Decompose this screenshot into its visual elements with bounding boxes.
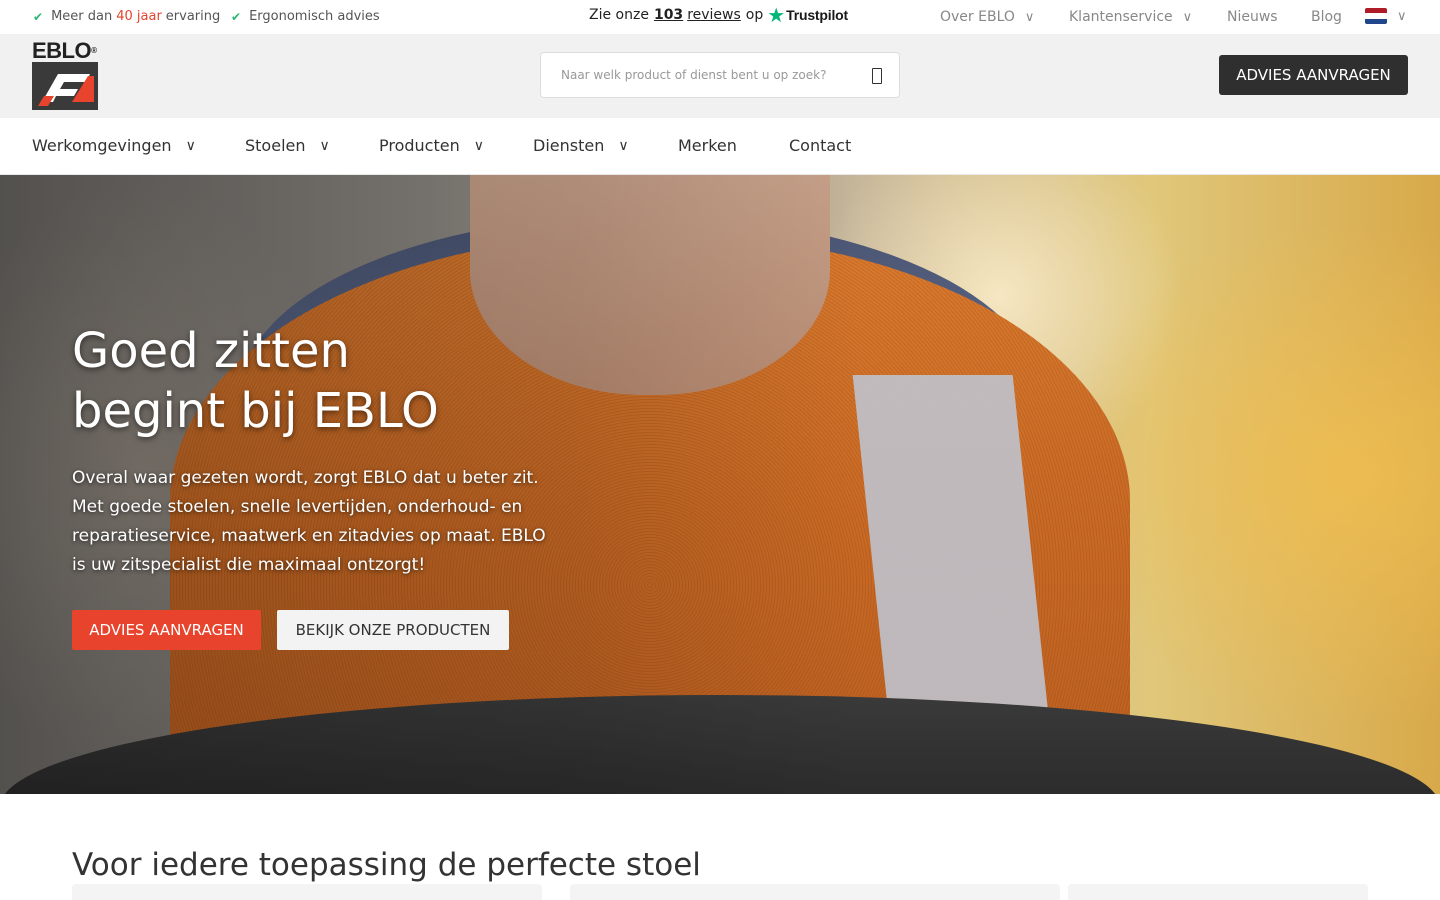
search-box — [540, 52, 900, 98]
eblo-logo[interactable]: EBLO® — [32, 40, 100, 110]
util-nav-label: Blog — [1311, 9, 1342, 25]
chevron-down-icon: ∨ — [473, 137, 484, 154]
hero-advice-button[interactable]: ADVIES AANVRAGEN — [72, 610, 261, 650]
nav-item-producten[interactable]: Producten ∨ — [379, 136, 484, 155]
chevron-down-icon: ∨ — [185, 137, 196, 154]
chevron-down-icon: ∨ — [618, 137, 629, 154]
util-nav-nieuws[interactable]: Nieuws — [1227, 9, 1278, 25]
section-title: Voor iedere toepassing de perfecte stoel — [72, 847, 701, 883]
chevron-down-icon: ∨ — [319, 137, 330, 154]
trustpilot-star-icon: ★ — [767, 3, 786, 27]
usp-experience: ✔ Meer dan 40 jaar ervaring — [33, 9, 220, 24]
nav-item-contact[interactable]: Contact — [789, 136, 851, 155]
category-card[interactable] — [570, 884, 1060, 900]
search-input[interactable] — [542, 54, 842, 96]
nav-item-label: Contact — [789, 136, 852, 155]
trustpilot-brand: Trustpilot — [786, 7, 848, 23]
logo-mark-icon — [32, 62, 98, 110]
usp-advice-label: Ergonomisch advies — [249, 9, 380, 24]
usp-experience-before: Meer dan — [51, 9, 113, 24]
search-icon[interactable] — [872, 68, 882, 84]
usp-advice: ✔ Ergonomisch advies — [231, 9, 380, 24]
hero-products-button[interactable]: BEKIJK ONZE PRODUCTEN — [277, 610, 509, 650]
header: EBLO® ADVIES AANVRAGEN — [0, 34, 1440, 118]
language-chevron-down-icon[interactable]: ∨ — [1397, 9, 1407, 24]
trustpilot-reviews: reviews — [687, 7, 741, 23]
nav-item-label: Werkomgevingen — [32, 136, 172, 155]
util-nav-klantenservice[interactable]: Klantenservice ∨ — [1069, 9, 1192, 25]
nav-item-label: Producten — [379, 136, 460, 155]
util-nav-over-eblo[interactable]: Over EBLO ∨ — [940, 9, 1034, 25]
chevron-down-icon: ∨ — [1182, 9, 1193, 25]
nav-item-label: Merken — [678, 136, 737, 155]
usp-experience-after: ervaring — [165, 9, 221, 24]
logo-text: EBLO® — [32, 38, 97, 63]
trustpilot-suffix: op — [745, 7, 764, 23]
header-advice-button[interactable]: ADVIES AANVRAGEN — [1219, 55, 1408, 95]
util-nav-label: Over EBLO — [940, 9, 1015, 25]
trustpilot-count: 103 — [653, 7, 684, 23]
hero-title: Goed zitten begint bij EBLO — [72, 321, 672, 441]
util-nav-label: Nieuws — [1227, 9, 1278, 25]
hero-title-line1: Goed zitten — [72, 323, 350, 379]
check-icon: ✔ — [33, 9, 44, 24]
hero-banner: Goed zitten begint bij EBLO Overal waar … — [0, 175, 1440, 794]
hero-text: Overal waar gezeten wordt, zorgt EBLO da… — [72, 468, 546, 575]
top-bar: ✔ Meer dan 40 jaar ervaring ✔ Ergonomisc… — [0, 0, 1440, 34]
nav-item-label: Stoelen — [245, 136, 306, 155]
trustpilot-prefix: Zie onze — [589, 7, 649, 23]
util-nav-blog[interactable]: Blog — [1311, 9, 1342, 25]
main-nav: Werkomgevingen ∨ Stoelen ∨ Producten ∨ D… — [0, 118, 1440, 175]
chevron-down-icon: ∨ — [1024, 9, 1035, 25]
nav-item-label: Diensten — [533, 136, 605, 155]
nav-item-diensten[interactable]: Diensten ∨ — [533, 136, 629, 155]
check-icon: ✔ — [231, 9, 242, 24]
nav-item-stoelen[interactable]: Stoelen ∨ — [245, 136, 330, 155]
nav-item-merken[interactable]: Merken — [678, 136, 737, 155]
nav-item-werkomgevingen[interactable]: Werkomgevingen ∨ — [32, 136, 196, 155]
usp-experience-highlight: 40 jaar — [116, 9, 162, 24]
hero-title-line2: begint bij EBLO — [72, 383, 439, 439]
trustpilot-link[interactable]: Zie onze 103 reviews op ★ Trustpilot — [589, 3, 848, 27]
nl-flag-icon[interactable] — [1365, 8, 1387, 24]
category-card[interactable] — [1068, 884, 1368, 900]
category-card[interactable] — [72, 884, 542, 900]
util-nav-label: Klantenservice — [1069, 9, 1173, 25]
